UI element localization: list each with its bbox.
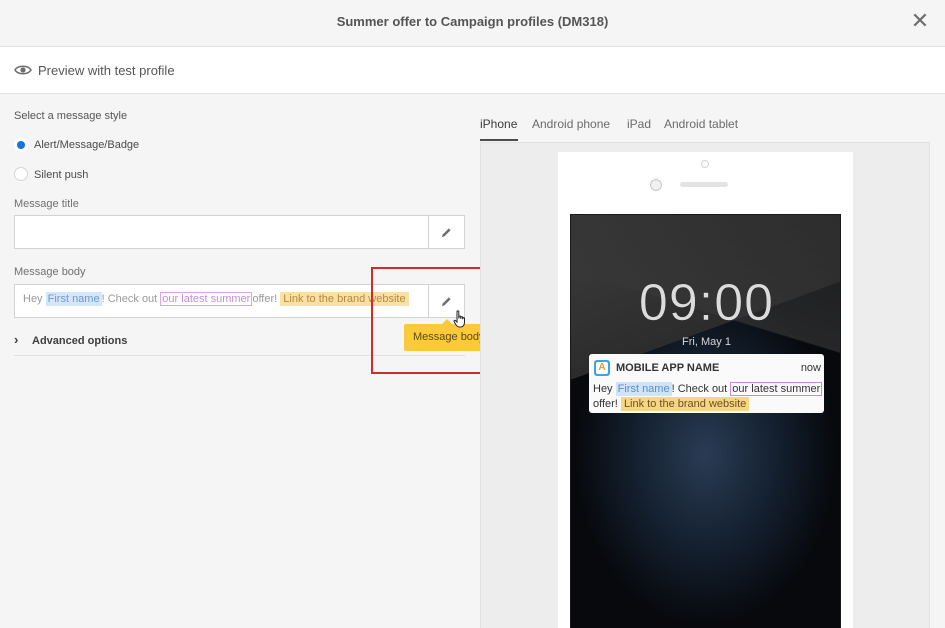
preview-with-test-profile-button[interactable]: Preview with test profile (38, 63, 175, 78)
tab-ipad[interactable]: iPad (627, 117, 651, 131)
message-title-label: Message title (14, 198, 79, 210)
phone-front-camera (650, 179, 662, 191)
offer-token[interactable]: our latest summer (160, 292, 253, 306)
notification-message: Hey First name! Check out our latest sum… (593, 382, 823, 412)
notif-offer-token: our latest summer (730, 382, 823, 396)
dialog-title: Summer offer to Campaign profiles (DM318… (336, 14, 609, 29)
radio-alert-message-badge-label[interactable]: Alert/Message/Badge (34, 139, 139, 151)
pencil-icon (442, 227, 451, 237)
eye-icon[interactable] (14, 64, 32, 76)
radio-silent-push-label[interactable]: Silent push (34, 169, 88, 181)
advanced-options-label: Advanced options (32, 335, 128, 347)
notif-first-name-token: First name (615, 382, 672, 396)
message-body-content: Hey First name! Check out our latest sum… (23, 292, 409, 306)
lock-screen: 09:00 Fri, May 1 A MOBILE APP NAME now H… (570, 214, 841, 628)
body-text-part: offer! (252, 293, 278, 305)
first-name-token[interactable]: First name (45, 292, 102, 306)
chevron-right-icon: › (14, 332, 19, 347)
phone-camera (701, 160, 709, 168)
lockscreen-date: Fri, May 1 (682, 336, 731, 348)
notif-text-part: Hey (593, 383, 613, 395)
body-text-part: Hey (23, 293, 43, 305)
push-notification[interactable]: A MOBILE APP NAME now Hey First name! Ch… (589, 354, 824, 413)
hand-cursor-icon (453, 310, 465, 328)
notification-app-name: MOBILE APP NAME (616, 362, 720, 374)
lockscreen-time: 09:00 (638, 274, 775, 333)
advanced-options-toggle[interactable]: › Advanced options (14, 332, 127, 347)
message-title-field[interactable] (14, 215, 465, 249)
active-tab-indicator (480, 139, 518, 141)
tab-android-tablet[interactable]: Android tablet (664, 117, 738, 131)
preview-bar: Preview with test profile (0, 47, 945, 94)
app-icon: A (594, 360, 610, 376)
message-style-label: Select a message style (14, 110, 128, 122)
close-icon[interactable]: ✕ (910, 10, 930, 32)
message-body-label: Message body (14, 266, 86, 278)
body-text-part: ! Check out (101, 293, 158, 305)
tab-android-phone[interactable]: Android phone (532, 117, 610, 131)
notif-link-token: Link to the brand website (620, 397, 750, 411)
phone-speaker (680, 182, 728, 187)
notif-text-part: offer! (593, 398, 618, 410)
edit-title-button[interactable] (428, 216, 464, 248)
app-icon-letter: A (596, 362, 608, 374)
notif-text-part: ! Check out (671, 383, 728, 395)
radio-silent-push[interactable] (14, 167, 28, 181)
tab-iphone[interactable]: iPhone (480, 117, 517, 131)
radio-alert-message-badge[interactable] (14, 138, 28, 152)
notification-time: now (800, 362, 821, 374)
dialog-header: Summer offer to Campaign profiles (DM318… (0, 0, 945, 47)
